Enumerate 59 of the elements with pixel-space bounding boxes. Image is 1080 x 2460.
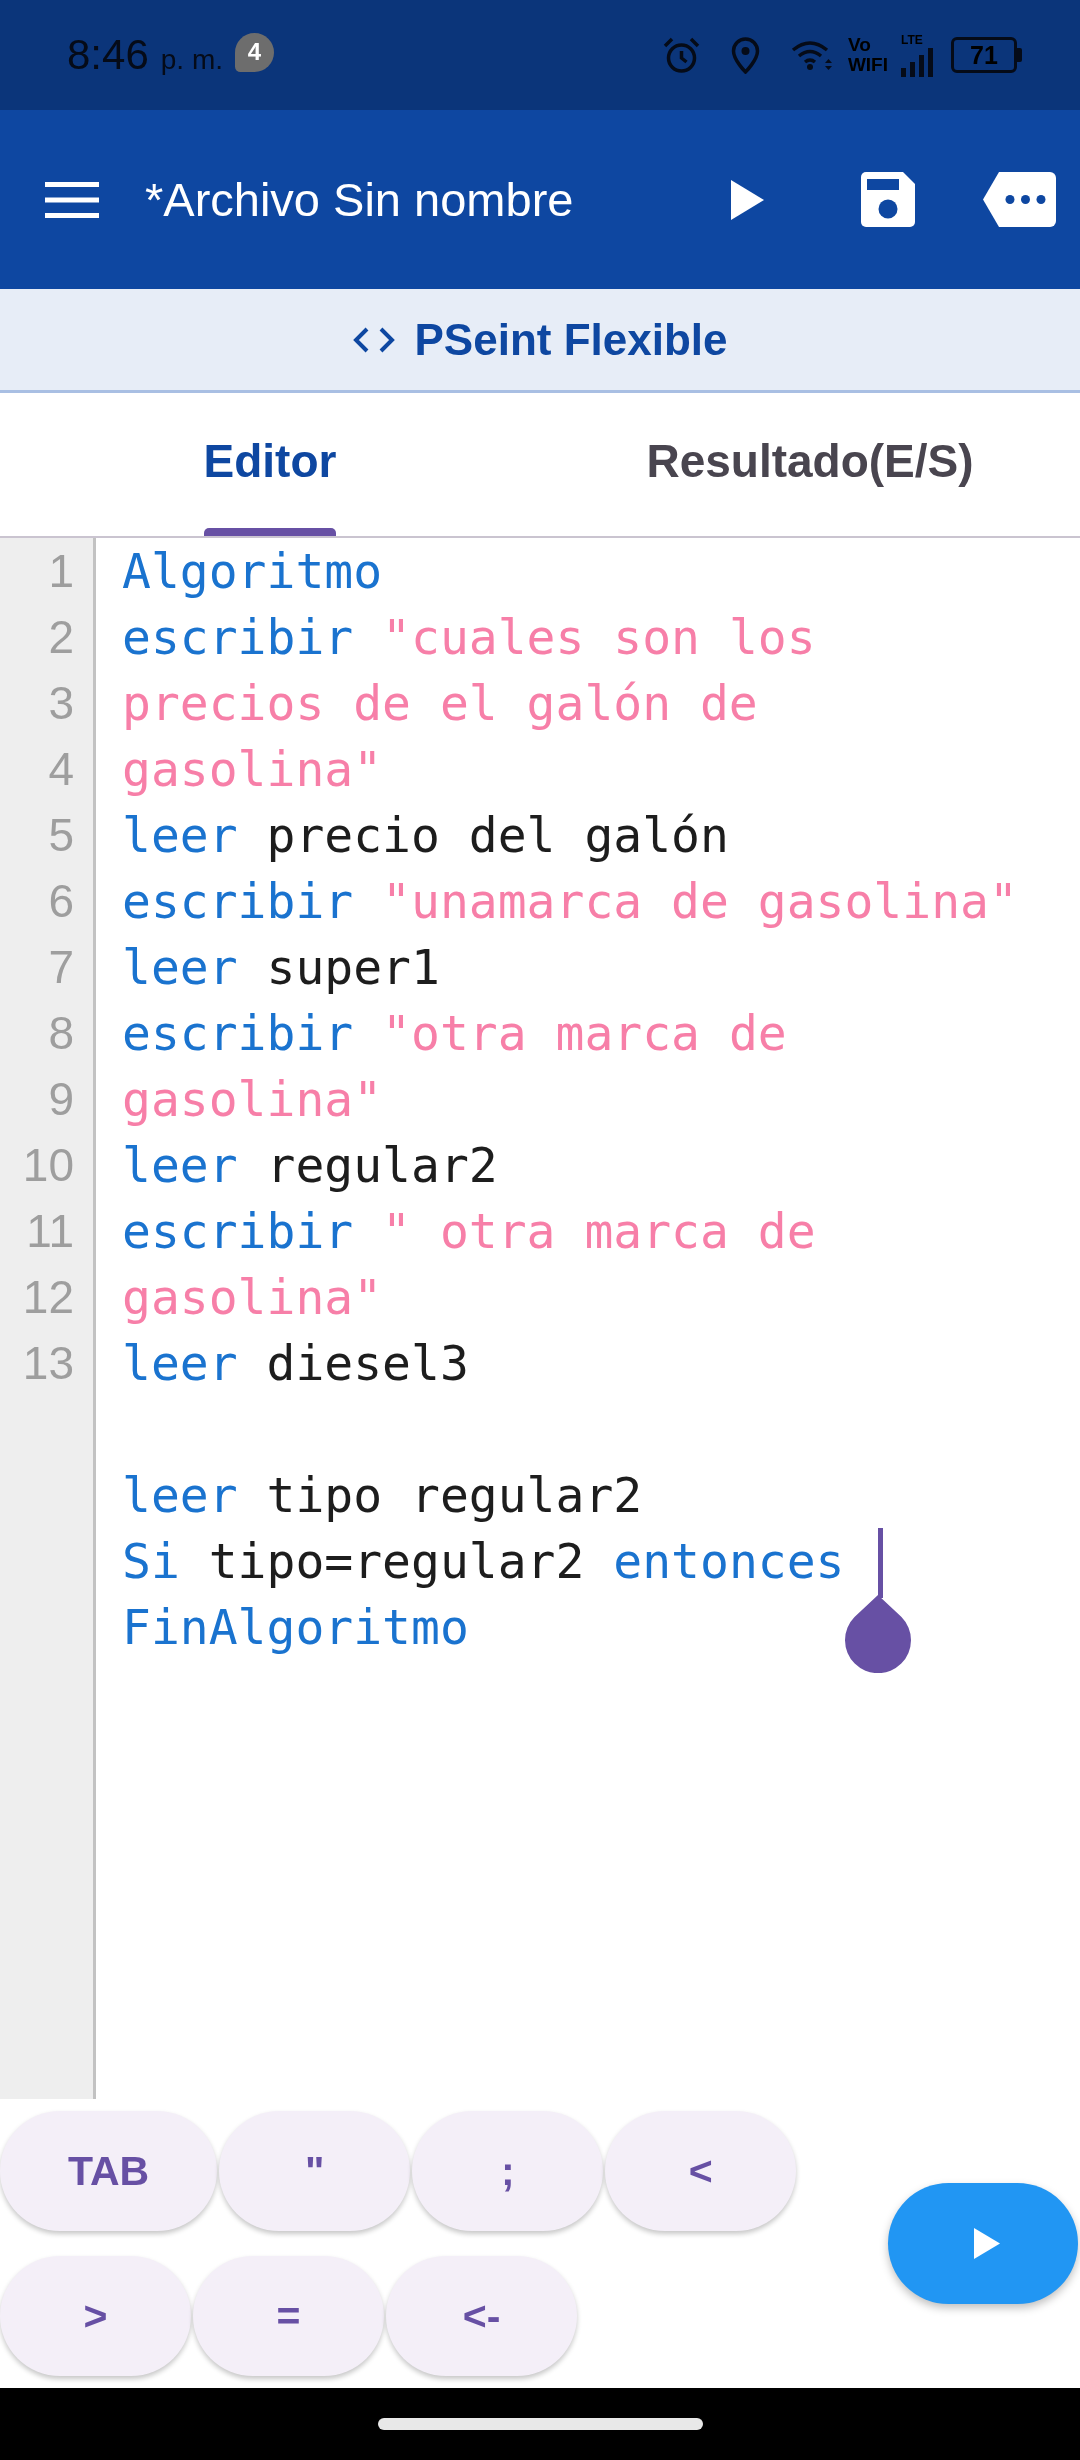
line-number: 11 (26, 1204, 74, 1259)
play-icon (974, 2228, 1000, 2259)
code-line: escribir " otra marca de (122, 1202, 816, 1261)
code-line: Si tipo=regular2 entonces (122, 1532, 845, 1591)
key-button[interactable]: < (605, 2111, 797, 2231)
line-number: 3 (48, 676, 74, 731)
line-number: 6 (48, 874, 74, 929)
key-button[interactable]: ; (412, 2111, 604, 2231)
code-line: escribir "cuales son los (122, 608, 816, 667)
menu-icon[interactable] (45, 181, 99, 218)
code-line: leer tipo regular2 (122, 1466, 643, 1525)
code-line: leer precio del galón (122, 806, 729, 865)
line-number: 2 (48, 610, 74, 665)
text-cursor-icon[interactable] (844, 1528, 913, 1673)
alarm-clock-icon (662, 36, 700, 74)
network-type-label: LTE (901, 33, 923, 47)
play-icon[interactable] (731, 179, 764, 220)
location-pin-icon (730, 36, 760, 74)
line-number: 1 (48, 544, 74, 599)
code-line: leer super1 (122, 938, 440, 997)
line-number: 12 (22, 1270, 74, 1325)
line-number: 5 (48, 808, 74, 863)
code-line: escribir "otra marca de (122, 1004, 787, 1063)
code-line: gasolina" (122, 1070, 383, 1129)
code-line: FinAlgoritmo (122, 1598, 469, 1657)
code-line: escribir "unamarca de gasolina" (122, 872, 1018, 931)
tab[interactable]: Editor (0, 393, 540, 536)
more-label-icon[interactable] (983, 172, 1056, 227)
key-button[interactable]: > (0, 2256, 191, 2376)
code-icon (352, 326, 395, 353)
wifi-icon (790, 39, 833, 71)
code-line: precios de el galón de (122, 674, 758, 733)
wifi-calling-label: Vo WIFI (847, 35, 888, 75)
code-line: gasolina" (122, 1268, 383, 1327)
save-icon[interactable] (861, 172, 915, 227)
line-number: 8 (48, 1006, 74, 1061)
notification-count-badge: 4 (235, 32, 274, 72)
code-line: Algoritmo (122, 542, 383, 601)
code-line: leer diesel3 (122, 1334, 469, 1393)
line-number: 4 (48, 742, 74, 797)
line-number: 7 (48, 940, 74, 995)
code-line: leer regular2 (122, 1136, 498, 1195)
clock-meridiem: p. m. (160, 44, 223, 76)
signal-icon (901, 47, 933, 77)
home-handle[interactable] (377, 2418, 703, 2430)
file-title: *Archivo Sin nombre (145, 172, 574, 227)
line-number: 10 (22, 1138, 74, 1193)
code-line: gasolina" (122, 740, 383, 799)
key-button[interactable]: TAB (0, 2111, 218, 2231)
mode-title: PSeint Flexible (414, 314, 728, 365)
run-button[interactable] (888, 2183, 1078, 2304)
clock-time: 8:46 (67, 31, 149, 79)
key-button[interactable]: = (193, 2256, 384, 2376)
key-button[interactable]: " (219, 2111, 411, 2231)
battery-indicator: 71 (951, 37, 1022, 73)
line-number: 13 (22, 1336, 74, 1391)
line-number: 9 (48, 1072, 74, 1127)
key-button[interactable]: <- (386, 2256, 577, 2376)
tab[interactable]: Resultado(E/S) (540, 393, 1080, 536)
